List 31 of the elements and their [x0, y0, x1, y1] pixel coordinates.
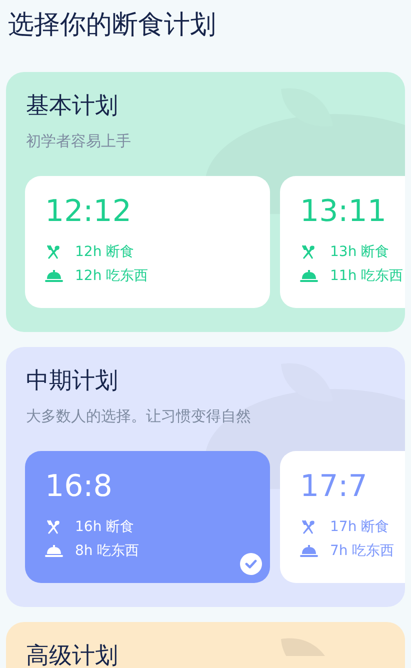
fork-spoon-icon [45, 519, 61, 535]
cloche-icon [300, 544, 318, 558]
fasting-hours: 17h 断食 [330, 518, 390, 537]
plan-ratio: 17:7 [300, 469, 368, 505]
plan-card[interactable]: 12:12 12h 断食 12h 吃东西 [25, 176, 270, 308]
eating-hours: 8h 吃东西 [75, 542, 140, 561]
fork-spoon-icon [300, 519, 316, 535]
plan-card[interactable]: 13:11 13h 断食 11h 吃东西 [280, 176, 405, 308]
page-title: 选择你的断食计划 [7, 9, 217, 42]
plan-card[interactable]: 17:7 17h 断食 7h 吃东西 [280, 451, 405, 583]
fasting-hours: 12h 断食 [75, 243, 134, 262]
eating-hours: 11h 吃东西 [330, 267, 404, 286]
fasting-hours: 13h 断食 [330, 243, 390, 262]
section-title: 中期计划 [26, 367, 118, 396]
plan-ratio: 16:8 [45, 469, 114, 505]
section-subtitle: 大多数人的选择。让习惯变得自然 [25, 406, 252, 427]
fork-spoon-icon [45, 244, 61, 260]
cloche-icon [300, 269, 318, 283]
section-title: 高级计划 [26, 642, 118, 668]
eating-hours: 12h 吃东西 [75, 267, 148, 286]
plan-card[interactable]: 16:8 16h 断食 8h 吃东西 [25, 451, 270, 583]
eating-hours: 7h 吃东西 [330, 542, 394, 561]
cloche-icon [45, 269, 63, 283]
plan-ratio: 12:12 [45, 194, 132, 230]
section-title: 基本计划 [26, 92, 118, 121]
plan-ratio: 13:11 [300, 194, 388, 230]
cloche-icon [45, 544, 63, 558]
fork-spoon-icon [300, 244, 316, 260]
check-icon [240, 553, 262, 575]
section-subtitle: 初学者容易上手 [25, 131, 132, 152]
fasting-hours: 16h 断食 [75, 518, 134, 537]
